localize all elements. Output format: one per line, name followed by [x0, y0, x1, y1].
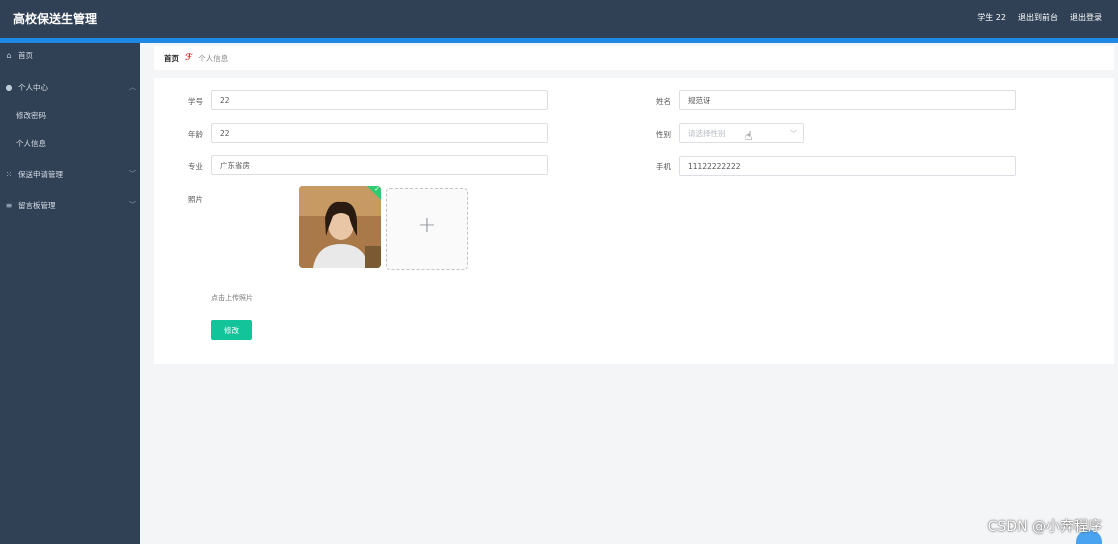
sidebar-item-label: 首页 [18, 50, 33, 60]
watermark: CSDN @小奔程序 [987, 519, 1102, 535]
photo-upload-button[interactable]: + [386, 188, 468, 270]
name-field[interactable]: 规范讶 [679, 90, 1016, 110]
header-actions: 学生 22 退出到前台 退出登录 [977, 12, 1102, 23]
name-label: 姓名 [656, 97, 671, 106]
modify-button[interactable]: 修改 [211, 320, 252, 340]
gender-placeholder: 请选择性别 [688, 128, 726, 138]
sidebar-item-message-board[interactable]: ≡ 留言板管理 ﹀ [0, 196, 140, 214]
logout-link[interactable]: 退出登录 [1070, 12, 1102, 23]
sidebar: ⌂ 首页 ● 个人中心 ︿ 修改密码 个人信息 ⁙ 保送申请管理 ﹀ ≡ 留言板… [0, 43, 140, 544]
breadcrumb-current: 个人信息 [198, 53, 229, 63]
age-label: 年龄 [188, 130, 203, 139]
profile-photo[interactable]: ✓ [299, 186, 381, 268]
sidebar-item-label: 个人中心 [18, 82, 48, 92]
sidebar-item-label: 个人信息 [16, 138, 46, 148]
gender-label: 性别 [656, 130, 671, 139]
student-id-field[interactable]: 22 [211, 90, 548, 110]
chevron-down-icon: ﹀ [129, 170, 136, 178]
chevron-up-icon: ︿ [129, 83, 136, 91]
major-field[interactable]: 广东省房 [211, 155, 548, 175]
age-field[interactable]: 22 [211, 123, 548, 143]
major-label: 专业 [188, 162, 203, 171]
breadcrumb-separator-icon: ℱ [185, 53, 193, 63]
current-user: 学生 22 [977, 13, 1006, 22]
breadcrumb-home[interactable]: 首页 [164, 53, 179, 64]
sidebar-item-home[interactable]: ⌂ 首页 [0, 46, 140, 64]
user-icon: ● [5, 82, 13, 92]
sidebar-item-label: 保送申请管理 [18, 169, 63, 179]
gender-select[interactable]: 请选择性别 ﹀ [679, 123, 804, 143]
upload-hint: 点击上传照片 [211, 294, 253, 302]
sidebar-item-change-password[interactable]: 修改密码 [0, 106, 140, 124]
chevron-down-icon: ﹀ [790, 130, 797, 138]
list-icon: ⁙ [5, 169, 13, 179]
pointer-cursor-icon: ☝ [745, 129, 753, 143]
sidebar-item-recommend-application[interactable]: ⁙ 保送申请管理 ﹀ [0, 165, 140, 183]
home-icon: ⌂ [6, 50, 12, 60]
menu-icon: ≡ [5, 200, 13, 210]
plus-icon: + [417, 213, 437, 238]
sidebar-item-personal-info[interactable]: 个人信息 [0, 134, 140, 152]
phone-field[interactable]: 11122222222 [679, 156, 1016, 176]
chevron-down-icon: ﹀ [129, 201, 136, 209]
sidebar-item-label: 留言板管理 [18, 200, 56, 210]
phone-label: 手机 [656, 162, 671, 171]
profile-photo-image [299, 186, 381, 268]
back-to-front-link[interactable]: 退出到前台 [1018, 12, 1058, 23]
sidebar-item-personal-center[interactable]: ● 个人中心 ︿ [0, 78, 140, 96]
header-accent-strip [0, 38, 1118, 43]
check-icon: ✓ [374, 186, 380, 193]
app-title: 高校保送生管理 [13, 12, 98, 26]
form-panel [154, 78, 1114, 364]
sidebar-item-label: 修改密码 [16, 110, 46, 120]
breadcrumb: 首页 ℱ 个人信息 [154, 46, 1114, 70]
student-id-label: 学号 [188, 97, 203, 106]
photo-label: 照片 [188, 195, 203, 204]
top-bar: 高校保送生管理 学生 22 退出到前台 退出登录 [0, 0, 1118, 38]
